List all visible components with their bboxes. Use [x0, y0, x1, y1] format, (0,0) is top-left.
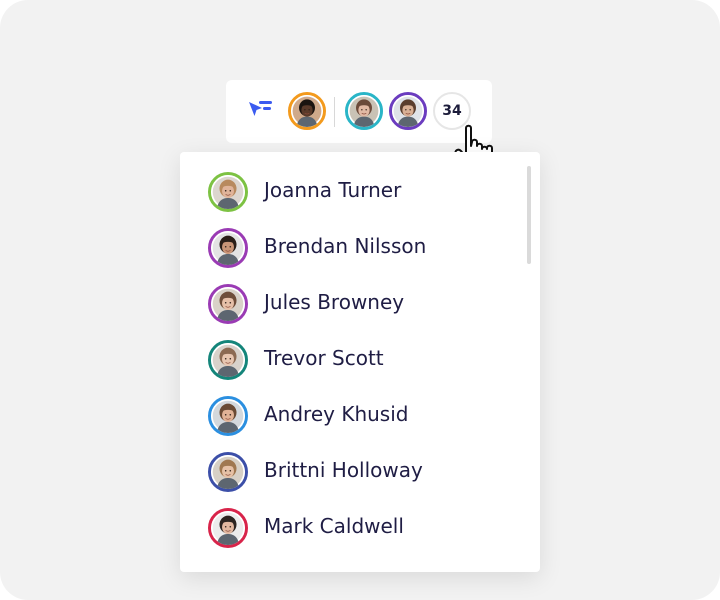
follow-cursor-icon[interactable]	[246, 96, 276, 126]
list-item[interactable]: Joanna Turner	[180, 163, 520, 219]
user-name: Brendan Nilsson	[264, 234, 427, 258]
user-avatar	[208, 452, 248, 492]
app-canvas: 34 Joanna Turner Brendan Nilsson Jules B…	[0, 0, 720, 600]
user-avatar	[208, 396, 248, 436]
list-item[interactable]: Brendan Nilsson	[180, 219, 520, 275]
collaborator-dropdown: Joanna Turner Brendan Nilsson Jules Brow…	[180, 152, 540, 572]
dropdown-scrollbar[interactable]	[527, 166, 531, 264]
user-name: Trevor Scott	[264, 346, 384, 370]
user-avatar	[208, 340, 248, 380]
list-item[interactable]: Andrey Khusid	[180, 387, 520, 443]
collaborator-avatar[interactable]	[288, 92, 326, 130]
user-name: Jules Browney	[264, 290, 405, 314]
user-avatar	[208, 284, 248, 324]
user-name: Joanna Turner	[264, 178, 402, 202]
collaborator-avatar[interactable]	[345, 92, 383, 130]
collaborator-avatar[interactable]	[389, 92, 427, 130]
list-item[interactable]: Trevor Scott	[180, 331, 520, 387]
user-avatar	[208, 508, 248, 548]
list-item[interactable]: Mark Caldwell	[180, 499, 520, 555]
user-avatar	[208, 172, 248, 212]
user-avatar	[208, 228, 248, 268]
user-name: Andrey Khusid	[264, 402, 409, 426]
toolbar-divider	[334, 97, 335, 127]
list-item[interactable]: Jules Browney	[180, 275, 520, 331]
user-name: Brittni Holloway	[264, 458, 423, 482]
list-item[interactable]: Brittni Holloway	[180, 443, 520, 499]
user-name: Mark Caldwell	[264, 514, 404, 538]
